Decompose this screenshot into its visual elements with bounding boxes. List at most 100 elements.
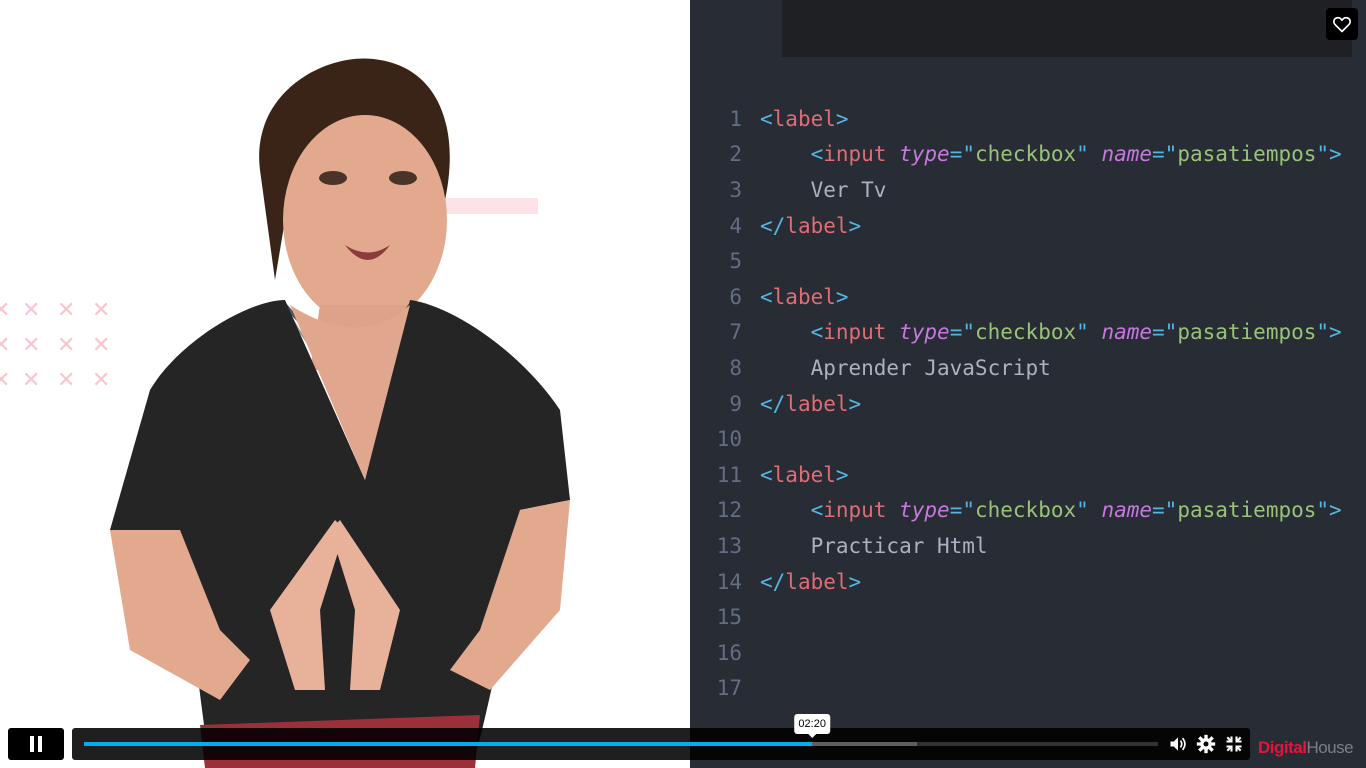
line-number: 1 xyxy=(729,106,742,131)
code-line: 17 xyxy=(690,671,1366,707)
code-token: " xyxy=(1076,320,1089,345)
code-line: 5 xyxy=(690,243,1366,279)
code-token: < xyxy=(810,498,824,523)
line-number: 4 xyxy=(729,213,742,238)
brand-logo: DigitalHouse xyxy=(1258,738,1354,758)
code-token: pasatiempos xyxy=(1177,142,1317,167)
code-line: 4 </label > xyxy=(690,208,1366,244)
pause-button[interactable] xyxy=(8,728,64,760)
line-number: 11 xyxy=(716,462,742,487)
current-time-tooltip: 02:20 xyxy=(794,714,830,738)
brand-logo-part2: House xyxy=(1306,738,1354,757)
code-token: =" xyxy=(949,142,975,167)
code-line: 12 < input type =" checkbox " name =" pasatiem… xyxy=(690,493,1366,529)
code-line: 1 < label > xyxy=(690,101,1366,137)
code-token: </ xyxy=(760,391,786,416)
code-token: label xyxy=(772,106,836,131)
code-token: "> xyxy=(1316,142,1342,167)
code-token: =" xyxy=(1152,142,1178,167)
code-token: < xyxy=(760,462,773,487)
code-token: pasatiempos xyxy=(1177,320,1317,345)
code-line: 2 < input type =" checkbox " name =" pasatiemp… xyxy=(690,137,1366,173)
player-control-bar xyxy=(72,728,1250,760)
code-line: 15 xyxy=(690,599,1366,635)
gear-icon[interactable] xyxy=(1196,734,1216,754)
code-token: > xyxy=(835,284,849,309)
exit-fullscreen-icon[interactable] xyxy=(1224,734,1244,754)
code-token: > xyxy=(848,569,862,594)
code-line: 11 < label > xyxy=(690,457,1366,493)
pause-icon xyxy=(30,736,42,752)
line-number: 6 xyxy=(729,284,742,309)
code-token: < xyxy=(760,106,773,131)
code-token: label xyxy=(785,213,849,238)
code-token: > xyxy=(835,106,849,131)
line-number: 3 xyxy=(729,177,742,202)
code-line: 13 Practicar Html xyxy=(690,528,1366,564)
line-number: 2 xyxy=(729,142,742,167)
code-token: pasatiempos xyxy=(1177,498,1317,523)
code-token: name xyxy=(1101,320,1153,345)
code-token: =" xyxy=(949,498,975,523)
line-number: 10 xyxy=(716,427,742,452)
code-token: =" xyxy=(1152,498,1178,523)
heart-icon xyxy=(1333,16,1351,33)
code-token: Ver Tv xyxy=(760,177,887,202)
code-token: checkbox xyxy=(974,320,1077,345)
code-token: input xyxy=(823,142,887,167)
volume-icon[interactable] xyxy=(1168,734,1188,754)
code-editor: 1 < label >2 < input type =" checkbox " name =" p… xyxy=(690,0,1366,768)
code-line: 9 </label > xyxy=(690,386,1366,422)
progress-played xyxy=(84,742,813,746)
line-number: 13 xyxy=(716,533,742,558)
code-token: type xyxy=(899,320,950,345)
code-token: name xyxy=(1101,142,1153,167)
favorite-button[interactable] xyxy=(1326,8,1358,40)
line-number: 15 xyxy=(716,605,742,630)
code-line: 14 </label > xyxy=(690,564,1366,600)
code-token: > xyxy=(848,213,862,238)
line-number: 14 xyxy=(716,569,742,594)
code-token: Practicar Html xyxy=(760,533,988,558)
code-line: 7 < input type =" checkbox " name =" pasatiemp… xyxy=(690,315,1366,351)
line-number: 8 xyxy=(729,355,742,380)
code-token: name xyxy=(1101,498,1153,523)
line-number: 16 xyxy=(716,640,742,665)
line-number: 5 xyxy=(729,249,742,274)
brand-logo-part1: Digital xyxy=(1258,738,1307,757)
code-token: type xyxy=(899,498,950,523)
code-token: "> xyxy=(1316,498,1342,523)
code-token: checkbox xyxy=(974,498,1077,523)
code-token: "> xyxy=(1316,320,1342,345)
code-token: input xyxy=(823,320,887,345)
code-token: > xyxy=(835,462,849,487)
code-token: =" xyxy=(949,320,975,345)
code-token: " xyxy=(1076,142,1089,167)
code-token: </ xyxy=(760,569,786,594)
code-line: 10 xyxy=(690,421,1366,457)
progress-bar[interactable] xyxy=(84,742,1158,746)
video-frame[interactable]: ✕ ✕ ✕ ✕ ✕ ✕ ✕ ✕ ✕ ✕ ✕ ✕ xyxy=(0,0,690,768)
code-line: 3 Ver Tv xyxy=(690,172,1366,208)
code-token: input xyxy=(823,498,887,523)
line-number: 9 xyxy=(729,391,742,416)
code-line: 16 xyxy=(690,635,1366,671)
presenter-image xyxy=(110,58,570,768)
code-token: </ xyxy=(760,213,786,238)
code-token: label xyxy=(772,462,836,487)
editor-top-bar xyxy=(782,0,1352,57)
line-number: 12 xyxy=(716,498,742,523)
code-token: label xyxy=(785,391,849,416)
code-token: < xyxy=(810,142,824,167)
line-number: 7 xyxy=(729,320,742,345)
code-token: Aprender JavaScript xyxy=(760,355,1051,380)
